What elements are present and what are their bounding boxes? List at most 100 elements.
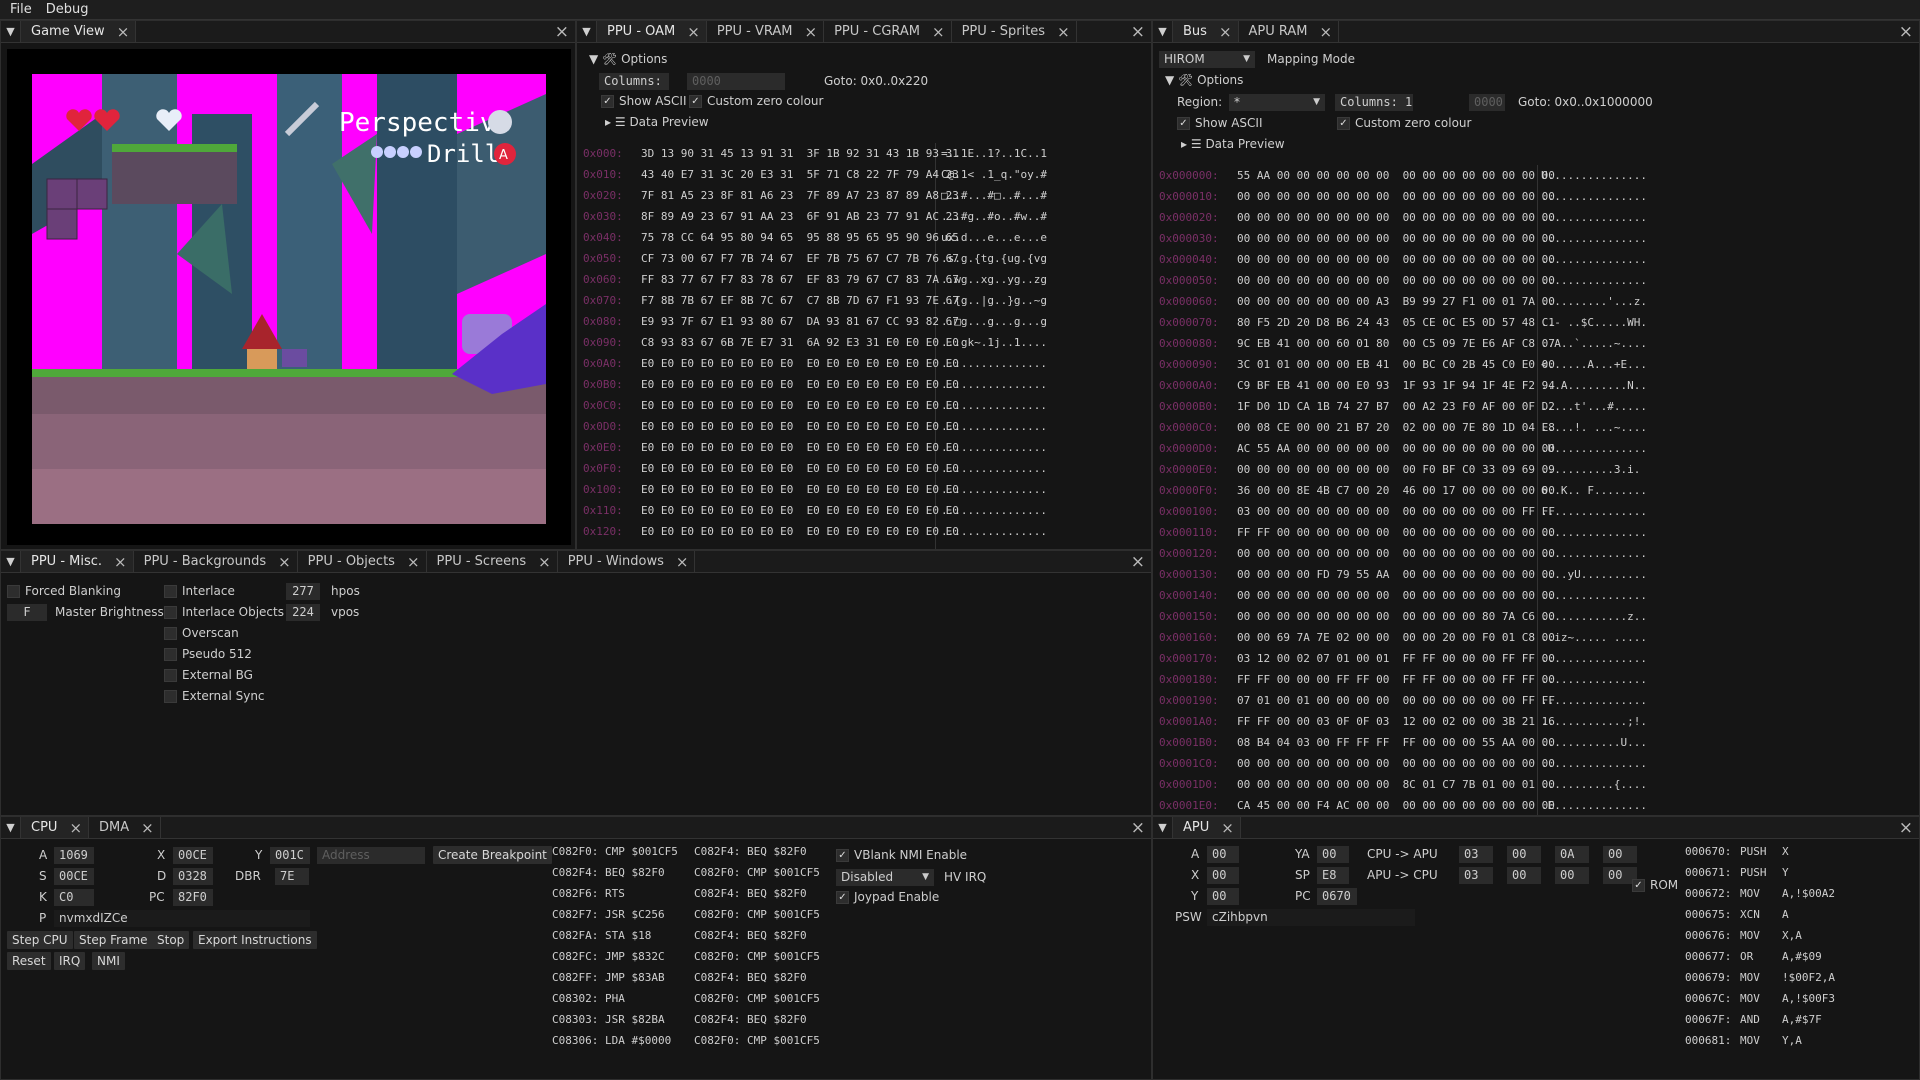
hex-row-bytes[interactable]: CA 45 00 00 F4 AC 00 00 00 00 00 00 00 0… bbox=[1237, 795, 1555, 815]
hex-row-bytes[interactable]: 00 00 00 00 00 00 00 00 00 00 00 00 00 0… bbox=[1237, 585, 1555, 606]
close-icon[interactable]: × bbox=[1219, 23, 1232, 41]
tab-ppu-backgrounds[interactable]: PPU - Backgrounds × bbox=[134, 551, 298, 572]
close-icon[interactable]: × bbox=[676, 553, 689, 571]
joypad-enable-checkbox[interactable]: ✓ bbox=[836, 891, 849, 904]
panel-close-icon[interactable]: × bbox=[555, 22, 569, 42]
cpu-to-apu-port-1[interactable]: 00 bbox=[1507, 846, 1541, 863]
step-cpu-button[interactable]: Step CPU bbox=[7, 931, 73, 949]
hv-irq-dropdown[interactable]: Disabled ▼ bbox=[836, 869, 934, 886]
hex-row-bytes[interactable]: E0 E0 E0 E0 E0 E0 E0 E0 E0 E0 E0 E0 E0 E… bbox=[641, 458, 959, 479]
hex-row-bytes[interactable]: 7F 81 A5 23 8F 81 A6 23 7F 89 A7 23 87 8… bbox=[641, 185, 959, 206]
tab-ppu-misc[interactable]: PPU - Misc. × bbox=[21, 551, 134, 572]
hex-row-bytes[interactable]: CF 73 00 67 F7 7B 74 67 EF 7B 75 67 C7 7… bbox=[641, 248, 959, 269]
hex-row-bytes[interactable]: E0 E0 E0 E0 E0 E0 E0 E0 E0 E0 E0 E0 E0 E… bbox=[641, 521, 959, 542]
close-icon[interactable]: × bbox=[117, 23, 130, 41]
data-preview-toggle[interactable]: ▸ ☰ Data Preview bbox=[605, 115, 709, 129]
hex-row-bytes[interactable]: E0 E0 E0 E0 E0 E0 E0 E0 E0 E0 E0 E0 E0 E… bbox=[641, 437, 959, 458]
cpu-to-apu-port-3[interactable]: 00 bbox=[1603, 846, 1637, 863]
hex-row-bytes[interactable]: 00 00 00 00 FD 79 55 AA 00 00 00 00 00 0… bbox=[1237, 564, 1555, 585]
reg-y-input[interactable]: 001C bbox=[270, 847, 310, 864]
hex-row-bytes[interactable]: E0 E0 E0 E0 E0 E0 E0 E0 E0 E0 E0 E0 E0 E… bbox=[641, 395, 959, 416]
hex-row-bytes[interactable]: 00 00 00 00 00 00 00 A3 B9 99 27 F1 00 0… bbox=[1237, 291, 1555, 312]
close-icon[interactable]: × bbox=[687, 23, 700, 41]
hex-row-bytes[interactable]: 00 08 CE 00 00 21 B7 20 02 00 00 7E 80 1… bbox=[1237, 417, 1555, 438]
data-preview-toggle[interactable]: ▸ ☰ Data Preview bbox=[1181, 137, 1285, 151]
nmi-button[interactable]: NMI bbox=[92, 952, 125, 970]
apu-reg-sp-input[interactable]: E8 bbox=[1317, 867, 1349, 884]
apu-psw-input[interactable]: cZihbpvn bbox=[1207, 909, 1415, 926]
pseudo-512-checkbox[interactable] bbox=[164, 648, 177, 661]
collapse-triangle-icon[interactable]: ▼ bbox=[1153, 21, 1173, 42]
hex-row-bytes[interactable]: 3D 13 90 31 45 13 91 31 3F 1B 92 31 43 1… bbox=[641, 143, 959, 164]
hex-row-bytes[interactable]: 1F D0 1D CA 1B 74 27 B7 00 A2 23 F0 AF 0… bbox=[1237, 396, 1555, 417]
hex-row-bytes[interactable]: C9 BF EB 41 00 00 E0 93 1F 93 1F 94 1F 4… bbox=[1237, 375, 1555, 396]
hex-row-bytes[interactable]: E0 E0 E0 E0 E0 E0 E0 E0 E0 E0 E0 E0 E0 E… bbox=[641, 353, 959, 374]
reg-d-input[interactable]: 0328 bbox=[173, 868, 213, 885]
hex-row-bytes[interactable]: 00 00 00 00 00 00 00 00 00 00 00 00 00 0… bbox=[1237, 186, 1555, 207]
hex-row-bytes[interactable]: 07 01 00 01 00 00 00 00 00 00 00 00 00 0… bbox=[1237, 690, 1555, 711]
collapse-triangle-icon[interactable]: ▼ bbox=[1153, 817, 1173, 838]
hex-row-bytes[interactable]: 80 F5 2D 20 D8 B6 24 43 05 CE 0C E5 0D 5… bbox=[1237, 312, 1555, 333]
hex-row-bytes[interactable]: FF FF 00 00 03 0F 0F 03 12 00 02 00 00 3… bbox=[1237, 711, 1555, 732]
columns-stepper[interactable]: Columns: 16 bbox=[599, 73, 669, 90]
hex-row-bytes[interactable]: 08 B4 04 03 00 FF FF FF FF 00 00 00 55 A… bbox=[1237, 732, 1555, 753]
hex-row-bytes[interactable]: 75 78 CC 64 95 80 94 65 95 88 95 65 95 9… bbox=[641, 227, 959, 248]
tab-dma[interactable]: DMA × bbox=[89, 817, 161, 838]
hex-row-bytes[interactable]: 9C EB 41 00 00 60 01 80 00 C5 09 7E E6 A… bbox=[1237, 333, 1555, 354]
external-bg-checkbox[interactable] bbox=[164, 669, 177, 682]
reg-pc-input[interactable]: 82F0 bbox=[173, 889, 213, 906]
step-frame-button[interactable]: Step Frame bbox=[74, 931, 153, 949]
hex-row-bytes[interactable]: 03 00 00 00 00 00 00 00 00 00 00 00 00 0… bbox=[1237, 501, 1555, 522]
external-sync-checkbox[interactable] bbox=[164, 690, 177, 703]
create-breakpoint-button[interactable]: Create Breakpoint bbox=[433, 846, 552, 864]
interlace-objects-checkbox[interactable] bbox=[164, 606, 177, 619]
forced-blanking-checkbox[interactable] bbox=[7, 585, 20, 598]
collapse-triangle-icon[interactable]: ▼ bbox=[577, 21, 597, 42]
close-icon[interactable]: × bbox=[278, 553, 291, 571]
hex-row-bytes[interactable]: 00 00 00 00 00 00 00 00 8C 01 C7 7B 01 0… bbox=[1237, 774, 1555, 795]
panel-close-icon[interactable]: × bbox=[1899, 22, 1913, 42]
hex-row-bytes[interactable]: AC 55 AA 00 00 00 00 00 00 00 00 00 00 0… bbox=[1237, 438, 1555, 459]
apu-reg-a-input[interactable]: 00 bbox=[1207, 846, 1239, 863]
address-input[interactable]: 0000 bbox=[687, 73, 785, 90]
address-input[interactable]: 0000 bbox=[1469, 94, 1505, 111]
show-ascii-checkbox[interactable]: ✓ bbox=[601, 95, 614, 108]
apu-reg-y-input[interactable]: 00 bbox=[1207, 888, 1239, 905]
apu-to-cpu-port-1[interactable]: 00 bbox=[1507, 867, 1541, 884]
close-icon[interactable]: × bbox=[805, 23, 818, 41]
hex-row-bytes[interactable]: 43 40 E7 31 3C 20 E3 31 5F 71 C8 22 7F 7… bbox=[641, 164, 959, 185]
options-toggle[interactable]: ▼ 🛠 Options bbox=[1165, 73, 1243, 87]
hex-row-bytes[interactable]: 03 12 00 02 07 01 00 01 FF FF 00 00 00 F… bbox=[1237, 648, 1555, 669]
hex-row-bytes[interactable]: 36 00 00 8E 4B C7 00 20 46 00 17 00 00 0… bbox=[1237, 480, 1555, 501]
apu-reg-x-input[interactable]: 00 bbox=[1207, 867, 1239, 884]
hex-row-bytes[interactable]: 00 00 00 00 00 00 00 00 00 00 00 00 00 0… bbox=[1237, 543, 1555, 564]
close-icon[interactable]: × bbox=[1221, 819, 1234, 837]
interlace-checkbox[interactable] bbox=[164, 585, 177, 598]
hex-row-bytes[interactable]: E9 93 7F 67 E1 93 80 67 DA 93 81 67 CC 9… bbox=[641, 311, 959, 332]
panel-close-icon[interactable]: × bbox=[1131, 552, 1145, 572]
hex-row-bytes[interactable]: E0 E0 E0 E0 E0 E0 E0 E0 E0 E0 E0 E0 E0 E… bbox=[641, 416, 959, 437]
close-icon[interactable]: × bbox=[932, 23, 945, 41]
tab-ppu-screens[interactable]: PPU - Screens × bbox=[427, 551, 558, 572]
tab-game-view[interactable]: Game View × bbox=[21, 21, 137, 42]
tab-ppu-windows[interactable]: PPU - Windows × bbox=[558, 551, 696, 572]
close-icon[interactable]: × bbox=[407, 553, 420, 571]
tab-ppu-cgram[interactable]: PPU - CGRAM × bbox=[824, 21, 952, 42]
tab-bus[interactable]: Bus × bbox=[1173, 21, 1239, 42]
hex-row-bytes[interactable]: 00 00 00 00 00 00 00 00 00 00 00 00 80 7… bbox=[1237, 606, 1555, 627]
hex-row-bytes[interactable]: E0 E0 E0 E0 E0 E0 E0 E0 E0 E0 E0 E0 E0 E… bbox=[641, 374, 959, 395]
hex-row-bytes[interactable]: 00 00 00 00 00 00 00 00 00 00 00 00 00 0… bbox=[1237, 249, 1555, 270]
hex-row-bytes[interactable]: E0 E0 E0 E0 E0 E0 E0 E0 E0 E0 E0 E0 E0 E… bbox=[641, 479, 959, 500]
hex-row-bytes[interactable]: E0 E0 E0 E0 E0 E0 E0 E0 E0 E0 E0 E0 E0 E… bbox=[641, 500, 959, 521]
reg-s-input[interactable]: 00CE bbox=[54, 868, 94, 885]
close-icon[interactable]: × bbox=[141, 819, 154, 837]
apu-reg-ya-input[interactable]: 00 bbox=[1317, 846, 1349, 863]
region-dropdown[interactable]: * ▼ bbox=[1229, 94, 1325, 111]
hex-row-bytes[interactable]: 00 00 00 00 00 00 00 00 00 00 00 00 00 0… bbox=[1237, 207, 1555, 228]
options-toggle[interactable]: ▼ 🛠 Options bbox=[589, 52, 667, 66]
game-screen[interactable]: Perspective Drill A bbox=[32, 74, 546, 524]
apu-to-cpu-port-0[interactable]: 03 bbox=[1459, 867, 1493, 884]
hex-row-bytes[interactable]: C8 93 83 67 6B 7E E7 31 6A 92 E3 31 E0 E… bbox=[641, 332, 959, 353]
mapping-mode-dropdown[interactable]: HIROM ▼ bbox=[1159, 51, 1255, 68]
panel-close-icon[interactable]: × bbox=[1131, 818, 1145, 838]
